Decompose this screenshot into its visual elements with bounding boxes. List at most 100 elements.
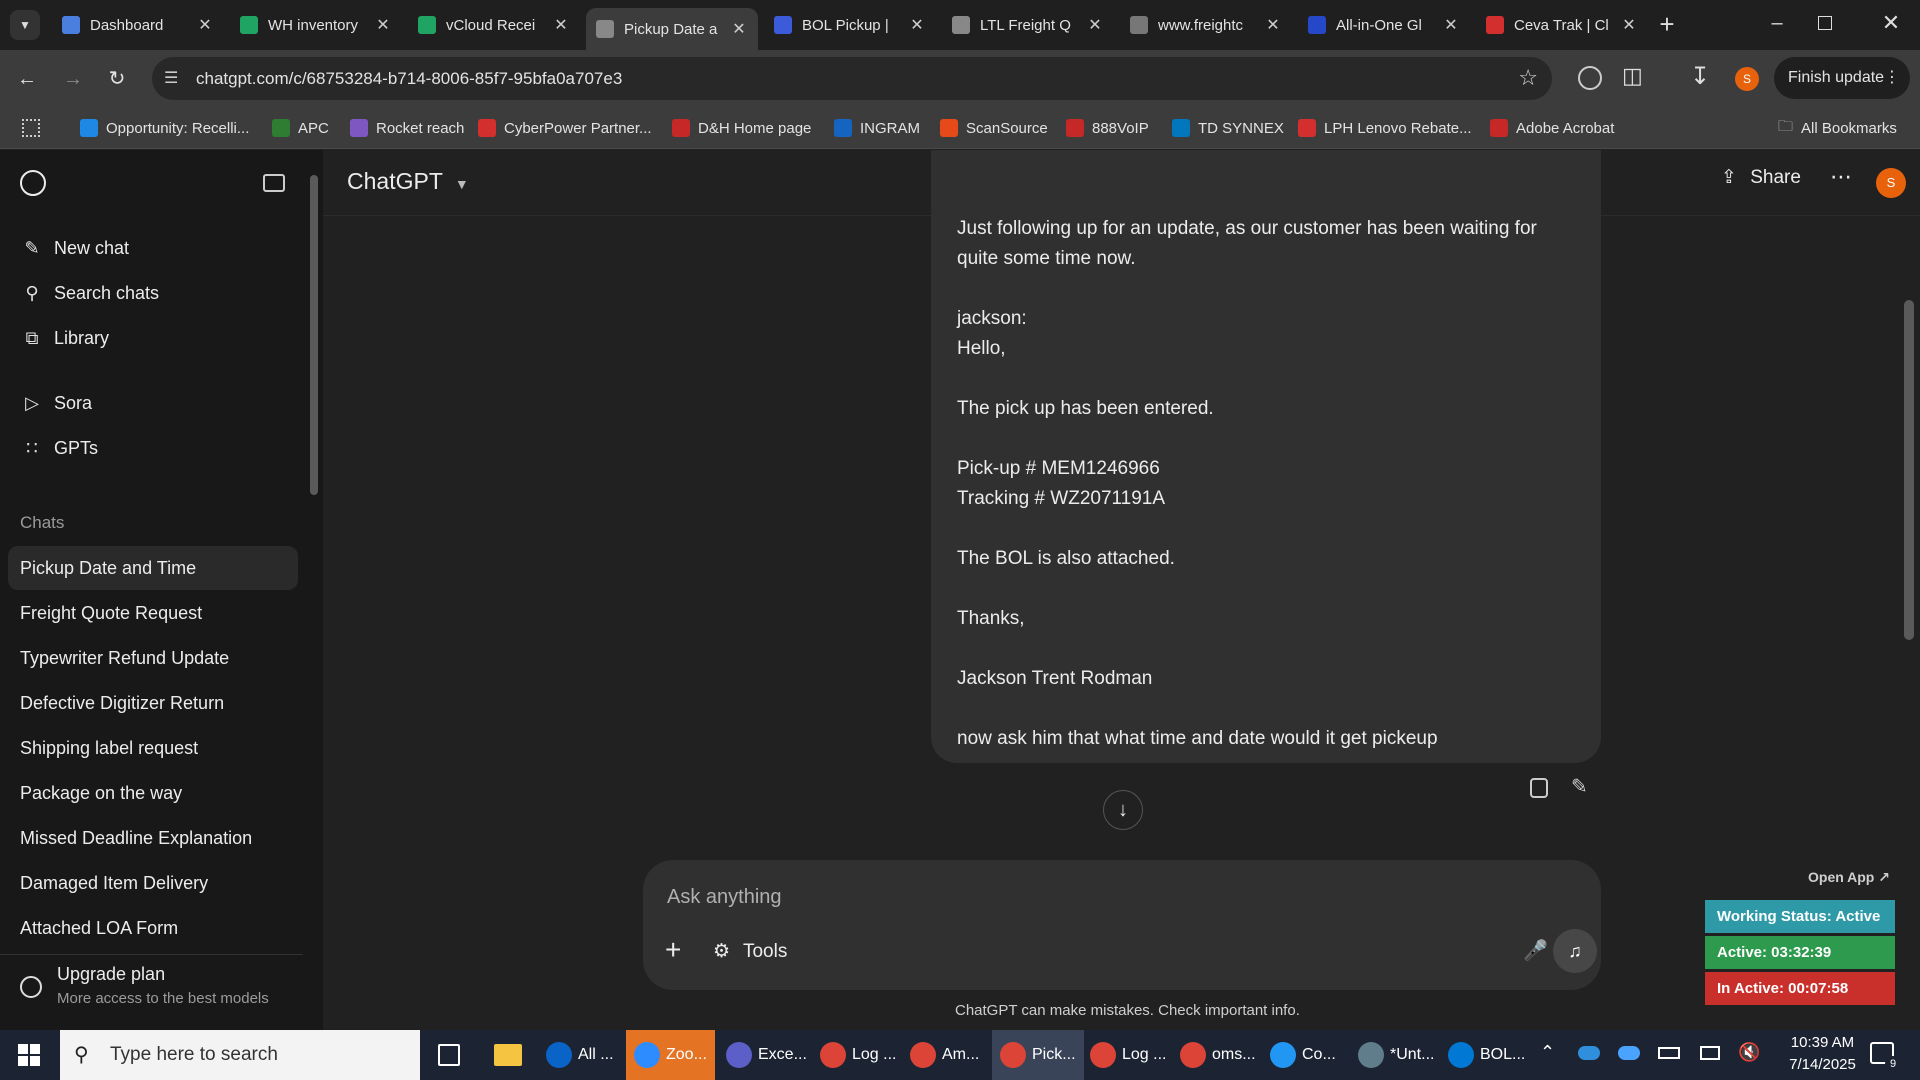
close-tab-icon[interactable]: ✕ <box>374 15 392 35</box>
onedrive-personal-icon[interactable] <box>1618 1046 1640 1060</box>
close-tab-icon[interactable]: ✕ <box>1264 15 1282 35</box>
battery-icon[interactable] <box>1658 1047 1680 1059</box>
sidebar-nav-sora[interactable]: ▷ Sora <box>8 381 298 425</box>
chat-history-item[interactable]: Package on the way <box>8 771 298 815</box>
chat-history-item[interactable]: Shipping label request <box>8 726 298 770</box>
copy-message-icon[interactable] <box>1530 778 1548 798</box>
taskbar-app[interactable]: Log ... <box>812 1030 904 1080</box>
close-window-icon[interactable]: ✕ <box>1876 8 1906 38</box>
main-scrollbar[interactable] <box>1904 300 1914 640</box>
bookmark-item[interactable]: LPH Lenovo Rebate... <box>1298 115 1472 141</box>
upgrade-plan-button[interactable]: Upgrade plan More access to the best mod… <box>8 962 298 1018</box>
edit-message-icon[interactable]: ✎ <box>1571 774 1588 799</box>
prompt-input[interactable] <box>667 882 1367 912</box>
bookmark-item[interactable]: INGRAM <box>834 115 920 141</box>
close-sidebar-icon[interactable] <box>263 174 285 192</box>
browser-tab[interactable]: Dashboard ✕ <box>52 8 224 42</box>
network-icon[interactable] <box>1700 1046 1720 1060</box>
chat-history-item[interactable]: Damaged Item Delivery <box>8 861 298 905</box>
sidebar-nav-gpts[interactable]: ∷ GPTs <box>8 426 298 470</box>
browser-tab[interactable]: LTL Freight Q ✕ <box>942 8 1114 42</box>
apps-grid-icon[interactable] <box>22 119 40 137</box>
browser-tab[interactable]: BOL Pickup | ✕ <box>764 8 936 42</box>
url-bar[interactable]: ☰ chatgpt.com/c/68753284-b714-8006-85f7-… <box>152 57 1552 100</box>
extensions-icon[interactable]: ◫ <box>1622 63 1643 89</box>
open-app-link[interactable]: Open App ↗ <box>1808 869 1890 886</box>
translate-icon[interactable] <box>1578 66 1602 90</box>
bookmark-item[interactable]: Adobe Acrobat <box>1490 115 1614 141</box>
taskbar-app[interactable]: *Unt... <box>1350 1030 1442 1080</box>
site-info-icon[interactable]: ☰ <box>164 68 178 88</box>
close-tab-icon[interactable]: ✕ <box>1086 15 1104 35</box>
chat-history-item[interactable]: Freight Quote Request <box>8 591 298 635</box>
forward-icon[interactable]: → <box>58 64 88 94</box>
voice-mode-button[interactable]: ♫ <box>1553 929 1597 973</box>
sidebar-nav-search[interactable]: ⚲ Search chats <box>8 271 298 315</box>
restore-icon[interactable] <box>1818 16 1832 30</box>
show-hidden-icons[interactable]: ⌃ <box>1540 1042 1555 1063</box>
sidebar-nav-library[interactable]: ⧉ Library <box>8 316 298 360</box>
close-tab-icon[interactable]: ✕ <box>552 15 570 35</box>
profile-avatar[interactable]: S <box>1735 67 1759 91</box>
clock-time[interactable]: 10:39 AM <box>1780 1034 1865 1051</box>
all-bookmarks-link[interactable]: 🗀 All Bookmarks <box>1778 115 1897 141</box>
close-tab-icon[interactable]: ✕ <box>908 15 926 35</box>
browser-tab[interactable]: All-in-One Gl ✕ <box>1298 8 1470 42</box>
reload-icon[interactable]: ↻ <box>102 64 132 94</box>
taskbar-app[interactable]: Zoo... <box>626 1030 715 1080</box>
attach-plus-icon[interactable]: + <box>665 934 681 966</box>
taskbar-search[interactable]: ⚲ Type here to search <box>60 1030 420 1080</box>
close-tab-icon[interactable]: ✕ <box>1442 15 1460 35</box>
volume-muted-icon[interactable]: 🔇 <box>1738 1042 1760 1063</box>
browser-tab[interactable]: www.freightc ✕ <box>1120 8 1292 42</box>
bookmark-item[interactable]: APC <box>272 115 329 141</box>
bookmark-item[interactable]: 888VoIP <box>1066 115 1149 141</box>
minimize-icon[interactable]: – <box>1762 10 1792 40</box>
taskbar-app[interactable]: Co... <box>1262 1030 1344 1080</box>
user-avatar[interactable]: S <box>1876 168 1906 198</box>
sidebar-scrollbar[interactable] <box>310 175 318 495</box>
bookmark-item[interactable]: CyberPower Partner... <box>478 115 652 141</box>
tab-search-button[interactable]: ▼ <box>10 10 40 40</box>
windows-start-icon[interactable] <box>18 1044 40 1066</box>
share-button[interactable]: ⇪ Share <box>1721 166 1801 198</box>
tools-button[interactable]: ⚙ Tools <box>713 940 787 963</box>
close-tab-icon[interactable]: ✕ <box>730 19 748 39</box>
file-explorer-icon[interactable] <box>494 1044 522 1066</box>
clock-date[interactable]: 7/14/2025 <box>1780 1056 1865 1073</box>
back-icon[interactable]: ← <box>12 64 42 94</box>
bookmark-item[interactable]: ScanSource <box>940 115 1048 141</box>
more-options-icon[interactable]: ⋯ <box>1830 164 1852 190</box>
chat-history-item[interactable]: Typewriter Refund Update <box>8 636 298 680</box>
taskbar-app[interactable]: oms... <box>1172 1030 1264 1080</box>
taskbar-app[interactable]: Am... <box>902 1030 987 1080</box>
chat-history-item[interactable]: Defective Digitizer Return <box>8 681 298 725</box>
taskbar-app[interactable]: Pick... <box>992 1030 1084 1080</box>
chat-history-item[interactable]: Attached LOA Form <box>8 906 298 950</box>
model-selector[interactable]: ChatGPT ▼ <box>347 168 469 195</box>
taskbar-app[interactable]: Exce... <box>718 1030 815 1080</box>
chat-history-item[interactable]: Missed Deadline Explanation <box>8 816 298 860</box>
taskbar-app[interactable]: All ... <box>538 1030 622 1080</box>
taskbar-app[interactable]: BOL... <box>1440 1030 1533 1080</box>
sidebar-nav-new-chat[interactable]: ✎ New chat <box>8 226 298 270</box>
bookmark-item[interactable]: TD SYNNEX <box>1172 115 1284 141</box>
taskbar-app[interactable]: Log ... <box>1082 1030 1174 1080</box>
finish-update-button[interactable]: Finish update ⋮ <box>1774 57 1910 99</box>
download-icon[interactable]: ↧ <box>1690 62 1710 91</box>
browser-tab[interactable]: WH inventory ✕ <box>230 8 402 42</box>
browser-tab[interactable]: Pickup Date a ✕ <box>586 8 758 50</box>
close-tab-icon[interactable]: ✕ <box>196 15 214 35</box>
close-tab-icon[interactable]: ✕ <box>1620 15 1638 35</box>
bookmark-item[interactable]: D&H Home page <box>672 115 811 141</box>
openai-logo-icon[interactable] <box>20 170 46 196</box>
scroll-down-button[interactable]: ↓ <box>1103 790 1143 830</box>
onedrive-icon[interactable] <box>1578 1046 1600 1060</box>
new-tab-icon[interactable]: + <box>1652 10 1682 40</box>
kebab-menu-icon[interactable]: ⋮ <box>1884 57 1900 99</box>
bookmark-item[interactable]: Rocket reach <box>350 115 464 141</box>
bookmark-item[interactable]: Opportunity: Recelli... <box>80 115 249 141</box>
bookmark-star-icon[interactable]: ☆ <box>1518 65 1538 91</box>
task-view-icon[interactable] <box>438 1044 460 1066</box>
browser-tab[interactable]: Ceva Trak | Cl ✕ <box>1476 8 1648 42</box>
